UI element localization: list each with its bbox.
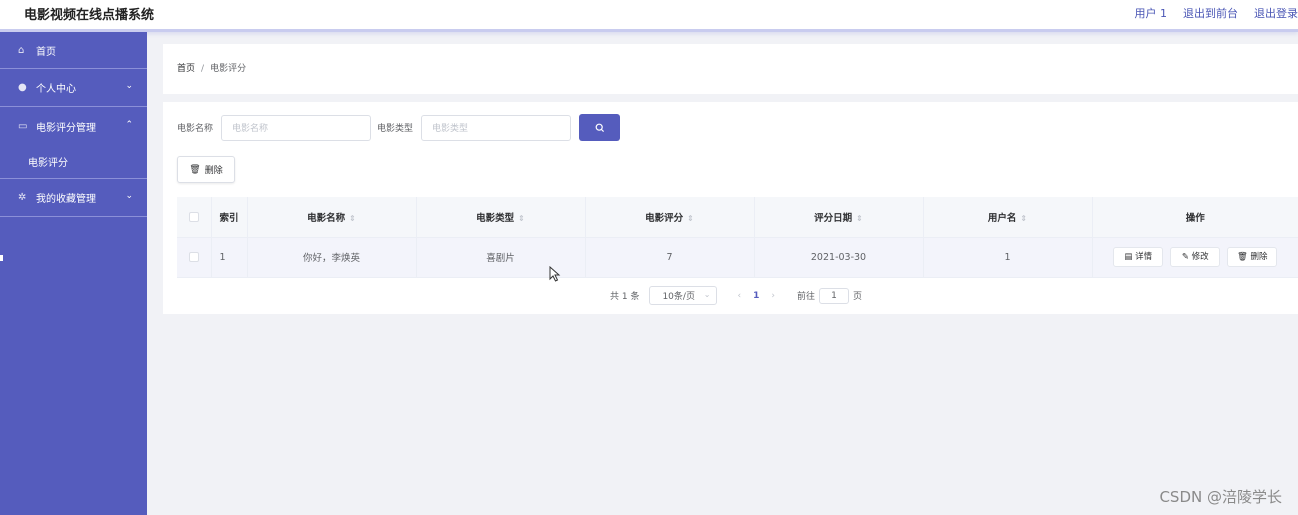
chevron-up-icon: ⌃: [125, 120, 133, 130]
message-icon: ▭: [18, 120, 28, 132]
rating-table: 索引 电影名称 ⇕ 电影类型 ⇕ 电影评分 ⇕ 评分日期 ⇕ 用户名 ⇕ 操作 1 你好，…: [177, 197, 1298, 278]
row-checkbox[interactable]: [188, 252, 199, 262]
sidebar-item-label: 个人中心: [36, 84, 76, 95]
star-icon: ✲: [18, 192, 27, 203]
movie-type-input[interactable]: 电影类型: [421, 114, 572, 141]
table-row: 1 你好，李焕英 喜剧片 7 2021-03-30 1 ▤ 详情 ✎ 修改 🗑 …: [177, 237, 1298, 278]
goto-label: 前往: [796, 292, 815, 302]
breadcrumb-panel: 首页 / 电影评分: [163, 44, 1298, 94]
breadcrumb-current: 电影评分: [210, 64, 247, 74]
top-actions: 用户 1 退出到前台 退出登录: [1135, 5, 1298, 21]
sort-icon[interactable]: ⇕: [518, 214, 525, 223]
table-header-row: 索引 电影名称 ⇕ 电影类型 ⇕ 电影评分 ⇕ 评分日期 ⇕ 用户名 ⇕ 操作: [177, 197, 1298, 238]
sort-icon[interactable]: ⇕: [856, 214, 863, 223]
cell-index: 1: [211, 237, 248, 278]
user-icon: ●: [18, 82, 27, 93]
edge-marker: [0, 255, 3, 261]
trash-icon: 🗑: [189, 164, 201, 175]
header-actions: 操作: [1092, 197, 1298, 238]
prev-page-button[interactable]: ‹: [737, 291, 741, 301]
chevron-down-icon: ⌄: [703, 290, 711, 299]
search-icon: [595, 123, 604, 132]
header-movie-type[interactable]: 电影类型 ⇕: [416, 197, 586, 238]
sidebar-item-favorites-management[interactable]: ✲ 我的收藏管理 ⌄: [0, 179, 147, 217]
user-name-link[interactable]: 用户 1: [1135, 5, 1168, 21]
mouse-cursor-icon: [549, 266, 561, 282]
sidebar-item-label: 电影评分: [28, 158, 68, 169]
cell-rating-date: 2021-03-30: [754, 237, 924, 278]
detail-button[interactable]: ▤ 详情: [1113, 247, 1164, 267]
sort-icon[interactable]: ⇕: [687, 214, 694, 223]
goto-page-input[interactable]: 1: [818, 287, 849, 304]
movie-type-label: 电影类型: [377, 124, 414, 134]
sort-icon[interactable]: ⇕: [1020, 214, 1027, 223]
search-button[interactable]: [579, 114, 621, 141]
back-to-front-link[interactable]: 退出到前台: [1183, 5, 1238, 21]
sidebar-item-home[interactable]: ⌂ 首页: [0, 32, 147, 69]
chevron-down-icon: ⌄: [125, 81, 133, 91]
next-page-button[interactable]: ›: [771, 291, 775, 301]
header-movie-score[interactable]: 电影评分 ⇕: [585, 197, 755, 238]
page-number-current[interactable]: 1: [753, 291, 759, 301]
breadcrumb-home[interactable]: 首页: [177, 64, 195, 74]
breadcrumb-separator: /: [201, 64, 205, 74]
sidebar-item-personal-center[interactable]: ● 个人中心 ⌄: [0, 69, 147, 107]
edit-button[interactable]: ✎ 修改: [1170, 247, 1221, 267]
main-panel: 电影名称 电影名称 电影类型 电影类型 🗑 删除 索引 电影名称 ⇕ 电影类型 ⇕ …: [163, 102, 1298, 314]
sidebar-item-label: 首页: [36, 46, 56, 58]
header-index: 索引: [211, 197, 248, 238]
row-select-cell[interactable]: [177, 237, 212, 278]
document-icon: ▤: [1124, 252, 1136, 262]
top-bar: 电影视频在线点播系统 用户 1 退出到前台 退出登录: [0, 0, 1298, 32]
logout-link[interactable]: 退出登录: [1254, 5, 1298, 21]
pagination: 共 1 条 10条/页 ⌄ ‹ 1 › 前往 1 页: [610, 286, 862, 305]
breadcrumb: 首页 / 电影评分: [177, 61, 246, 74]
trash-icon: 🗑: [1237, 252, 1251, 262]
movie-name-input[interactable]: 电影名称: [221, 114, 372, 141]
sort-icon[interactable]: ⇕: [349, 214, 356, 223]
movie-name-label: 电影名称: [177, 124, 214, 134]
cell-username: 1: [923, 237, 1093, 278]
cell-movie-name: 你好，李焕英: [247, 237, 417, 278]
sidebar: ⌂ 首页 ● 个人中心 ⌄ ▭ 电影评分管理 ⌃ 电影评分 ✲ 我的收藏管理 ⌄: [0, 32, 147, 515]
chevron-down-icon: ⌄: [125, 191, 133, 201]
sidebar-item-label: 我的收藏管理: [36, 194, 96, 205]
header-movie-name[interactable]: 电影名称 ⇕: [247, 197, 417, 238]
cell-actions: ▤ 详情 ✎ 修改 🗑 删除: [1092, 237, 1298, 278]
watermark: CSDN @涪陵学长: [1159, 488, 1282, 506]
header-username[interactable]: 用户名 ⇕: [923, 197, 1093, 238]
select-all-cell[interactable]: [177, 197, 212, 238]
select-all-checkbox[interactable]: [188, 211, 199, 222]
home-icon: ⌂: [18, 44, 25, 56]
header-rating-date[interactable]: 评分日期 ⇕: [754, 197, 924, 238]
edit-icon: ✎: [1181, 252, 1192, 262]
sidebar-item-rating-management[interactable]: ▭ 电影评分管理 ⌃: [0, 107, 147, 145]
sidebar-subitem-rating[interactable]: 电影评分: [0, 145, 147, 179]
cell-movie-score: 7: [585, 237, 755, 278]
app-title: 电影视频在线点播系统: [24, 8, 155, 23]
pagination-total: 共 1 条: [610, 292, 640, 302]
batch-delete-label: 删除: [204, 166, 223, 176]
batch-delete-button[interactable]: 🗑 删除: [177, 156, 235, 183]
page-size-value: 10条/页: [662, 292, 695, 302]
page-unit-label: 页: [852, 292, 862, 302]
row-delete-button[interactable]: 🗑 删除: [1227, 247, 1278, 267]
page-size-select[interactable]: 10条/页 ⌄: [649, 286, 718, 305]
sidebar-item-label: 电影评分管理: [36, 122, 96, 134]
search-row: 电影名称 电影名称 电影类型 电影类型: [177, 114, 621, 141]
